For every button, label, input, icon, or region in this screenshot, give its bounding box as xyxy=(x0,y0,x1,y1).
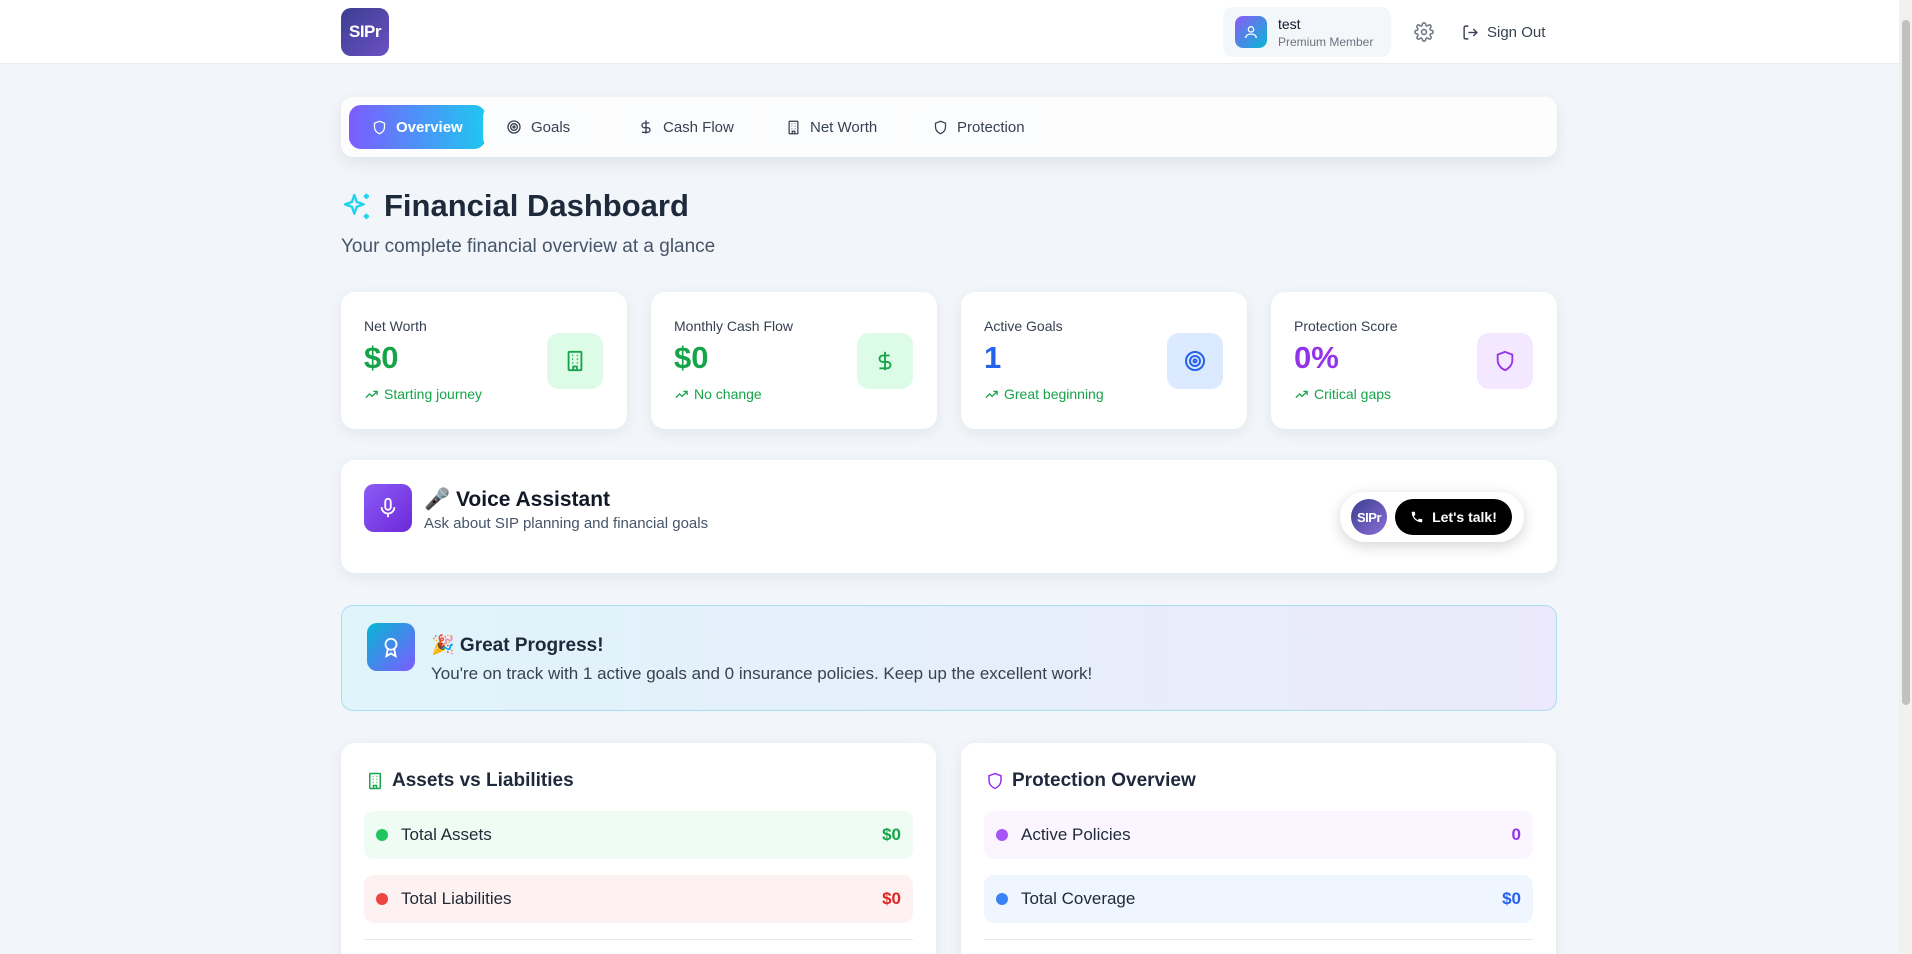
status-dot xyxy=(376,829,388,841)
panel-title: Assets vs Liabilities xyxy=(392,770,574,791)
stat-trend: Great beginning xyxy=(984,386,1104,402)
trending-up-icon xyxy=(675,390,688,398)
tab-label: Overview xyxy=(396,118,463,136)
total-coverage-row: Total Coverage $0 xyxy=(984,875,1533,923)
divider xyxy=(364,939,913,940)
voice-call-widget: SIPr Let's talk! xyxy=(1340,492,1524,542)
settings-gear-icon[interactable] xyxy=(1413,21,1435,43)
stat-label: Net Worth xyxy=(364,318,427,334)
voice-assistant-title: 🎤 Voice Assistant xyxy=(424,488,611,511)
dollar-icon xyxy=(857,333,913,389)
panel-title: Protection Overview xyxy=(1012,770,1196,791)
trending-up-icon xyxy=(365,390,378,398)
row-label: Total Coverage xyxy=(1021,889,1136,908)
total-assets-row: Total Assets $0 xyxy=(364,811,913,859)
progress-text: You're on track with 1 active goals and … xyxy=(431,664,1093,683)
lets-talk-button[interactable]: Let's talk! xyxy=(1395,499,1512,535)
trending-up-icon xyxy=(1295,390,1308,398)
progress-title: 🎉 Great Progress! xyxy=(431,635,604,656)
stat-value: 0% xyxy=(1294,340,1339,375)
row-label: Total Assets xyxy=(401,825,492,844)
tab-label: Net Worth xyxy=(810,118,878,136)
stat-card-net-worth: Net Worth $0 Starting journey xyxy=(341,292,627,429)
building-icon xyxy=(547,333,603,389)
sign-out-label: Sign Out xyxy=(1487,23,1546,41)
shield-icon xyxy=(934,120,947,134)
tab-label: Cash Flow xyxy=(663,118,734,136)
row-value: $0 xyxy=(882,889,901,908)
section-tabs: Overview Goals Cash Flow Net Worth Prote… xyxy=(341,97,1557,157)
tab-protection[interactable]: Protection xyxy=(910,105,1048,149)
stat-trend: Critical gaps xyxy=(1294,386,1391,402)
assets-liabilities-panel: Assets vs Liabilities Total Assets $0 To… xyxy=(341,743,936,954)
user-role: Premium Member xyxy=(1278,35,1374,49)
tab-label: Goals xyxy=(531,118,571,136)
row-label: Active Policies xyxy=(1021,825,1131,844)
microphone-icon xyxy=(364,484,412,532)
stat-label: Active Goals xyxy=(984,318,1063,334)
target-icon xyxy=(1167,333,1223,389)
tab-overview[interactable]: Overview xyxy=(349,105,486,149)
building-icon xyxy=(788,120,799,134)
row-value: 0 xyxy=(1511,825,1521,844)
active-policies-row: Active Policies 0 xyxy=(984,811,1533,859)
voice-assistant-card: 🎤 Voice Assistant Ask about SIP planning… xyxy=(341,460,1557,573)
stat-value: 1 xyxy=(984,340,1002,375)
scrollbar-thumb[interactable] xyxy=(1902,20,1910,705)
voice-assistant-subtitle: Ask about SIP planning and financial goa… xyxy=(424,515,709,532)
award-icon xyxy=(367,623,415,671)
tab-goals[interactable]: Goals xyxy=(483,105,594,149)
stat-trend: No change xyxy=(674,386,762,402)
row-value: $0 xyxy=(882,825,901,844)
tab-net-worth[interactable]: Net Worth xyxy=(763,105,901,149)
stat-label: Protection Score xyxy=(1294,318,1398,334)
page-subtitle: Your complete financial overview at a gl… xyxy=(341,236,716,257)
panel-header: Protection Overview xyxy=(986,770,1196,792)
row-value: $0 xyxy=(1502,889,1521,908)
stat-trend: Starting journey xyxy=(364,386,482,402)
shield-icon xyxy=(373,120,386,134)
page-title: Financial Dashboard xyxy=(384,188,689,223)
tab-cash-flow[interactable]: Cash Flow xyxy=(615,105,757,149)
sparkles-icon xyxy=(341,191,373,228)
stat-value: $0 xyxy=(364,340,399,375)
top-navbar: SIPr test Premium Member Sign Out xyxy=(0,0,1899,64)
phone-icon xyxy=(1411,511,1423,523)
sign-out-icon xyxy=(1463,24,1478,40)
stat-card-active-goals: Active Goals 1 Great beginning xyxy=(961,292,1247,429)
total-liabilities-row: Total Liabilities $0 xyxy=(364,875,913,923)
trending-up-icon xyxy=(985,390,998,398)
shield-icon xyxy=(988,772,1002,790)
shield-icon xyxy=(1477,333,1533,389)
status-dot xyxy=(376,893,388,905)
stat-value: $0 xyxy=(674,340,709,375)
stat-card-monthly-cash-flow: Monthly Cash Flow $0 No change xyxy=(651,292,937,429)
row-label: Total Liabilities xyxy=(401,889,512,908)
divider xyxy=(984,939,1533,940)
sipr-avatar: SIPr xyxy=(1351,499,1387,535)
status-dot xyxy=(996,893,1008,905)
user-name: test xyxy=(1278,16,1301,32)
protection-overview-panel: Protection Overview Active Policies 0 To… xyxy=(961,743,1556,954)
sign-out-button[interactable]: Sign Out xyxy=(1462,21,1545,43)
target-icon xyxy=(507,120,521,134)
building-icon xyxy=(369,772,381,790)
sipr-logo[interactable]: SIPr xyxy=(341,8,389,56)
progress-banner: 🎉 Great Progress! You're on track with 1… xyxy=(341,605,1557,711)
stat-label: Monthly Cash Flow xyxy=(674,318,794,334)
stat-card-protection-score: Protection Score 0% Critical gaps xyxy=(1271,292,1557,429)
dollar-icon xyxy=(641,120,651,134)
tab-label: Protection xyxy=(957,118,1025,136)
status-dot xyxy=(996,829,1008,841)
panel-header: Assets vs Liabilities xyxy=(366,770,574,792)
user-profile-card[interactable]: test Premium Member xyxy=(1223,7,1391,57)
user-icon xyxy=(1235,16,1267,48)
